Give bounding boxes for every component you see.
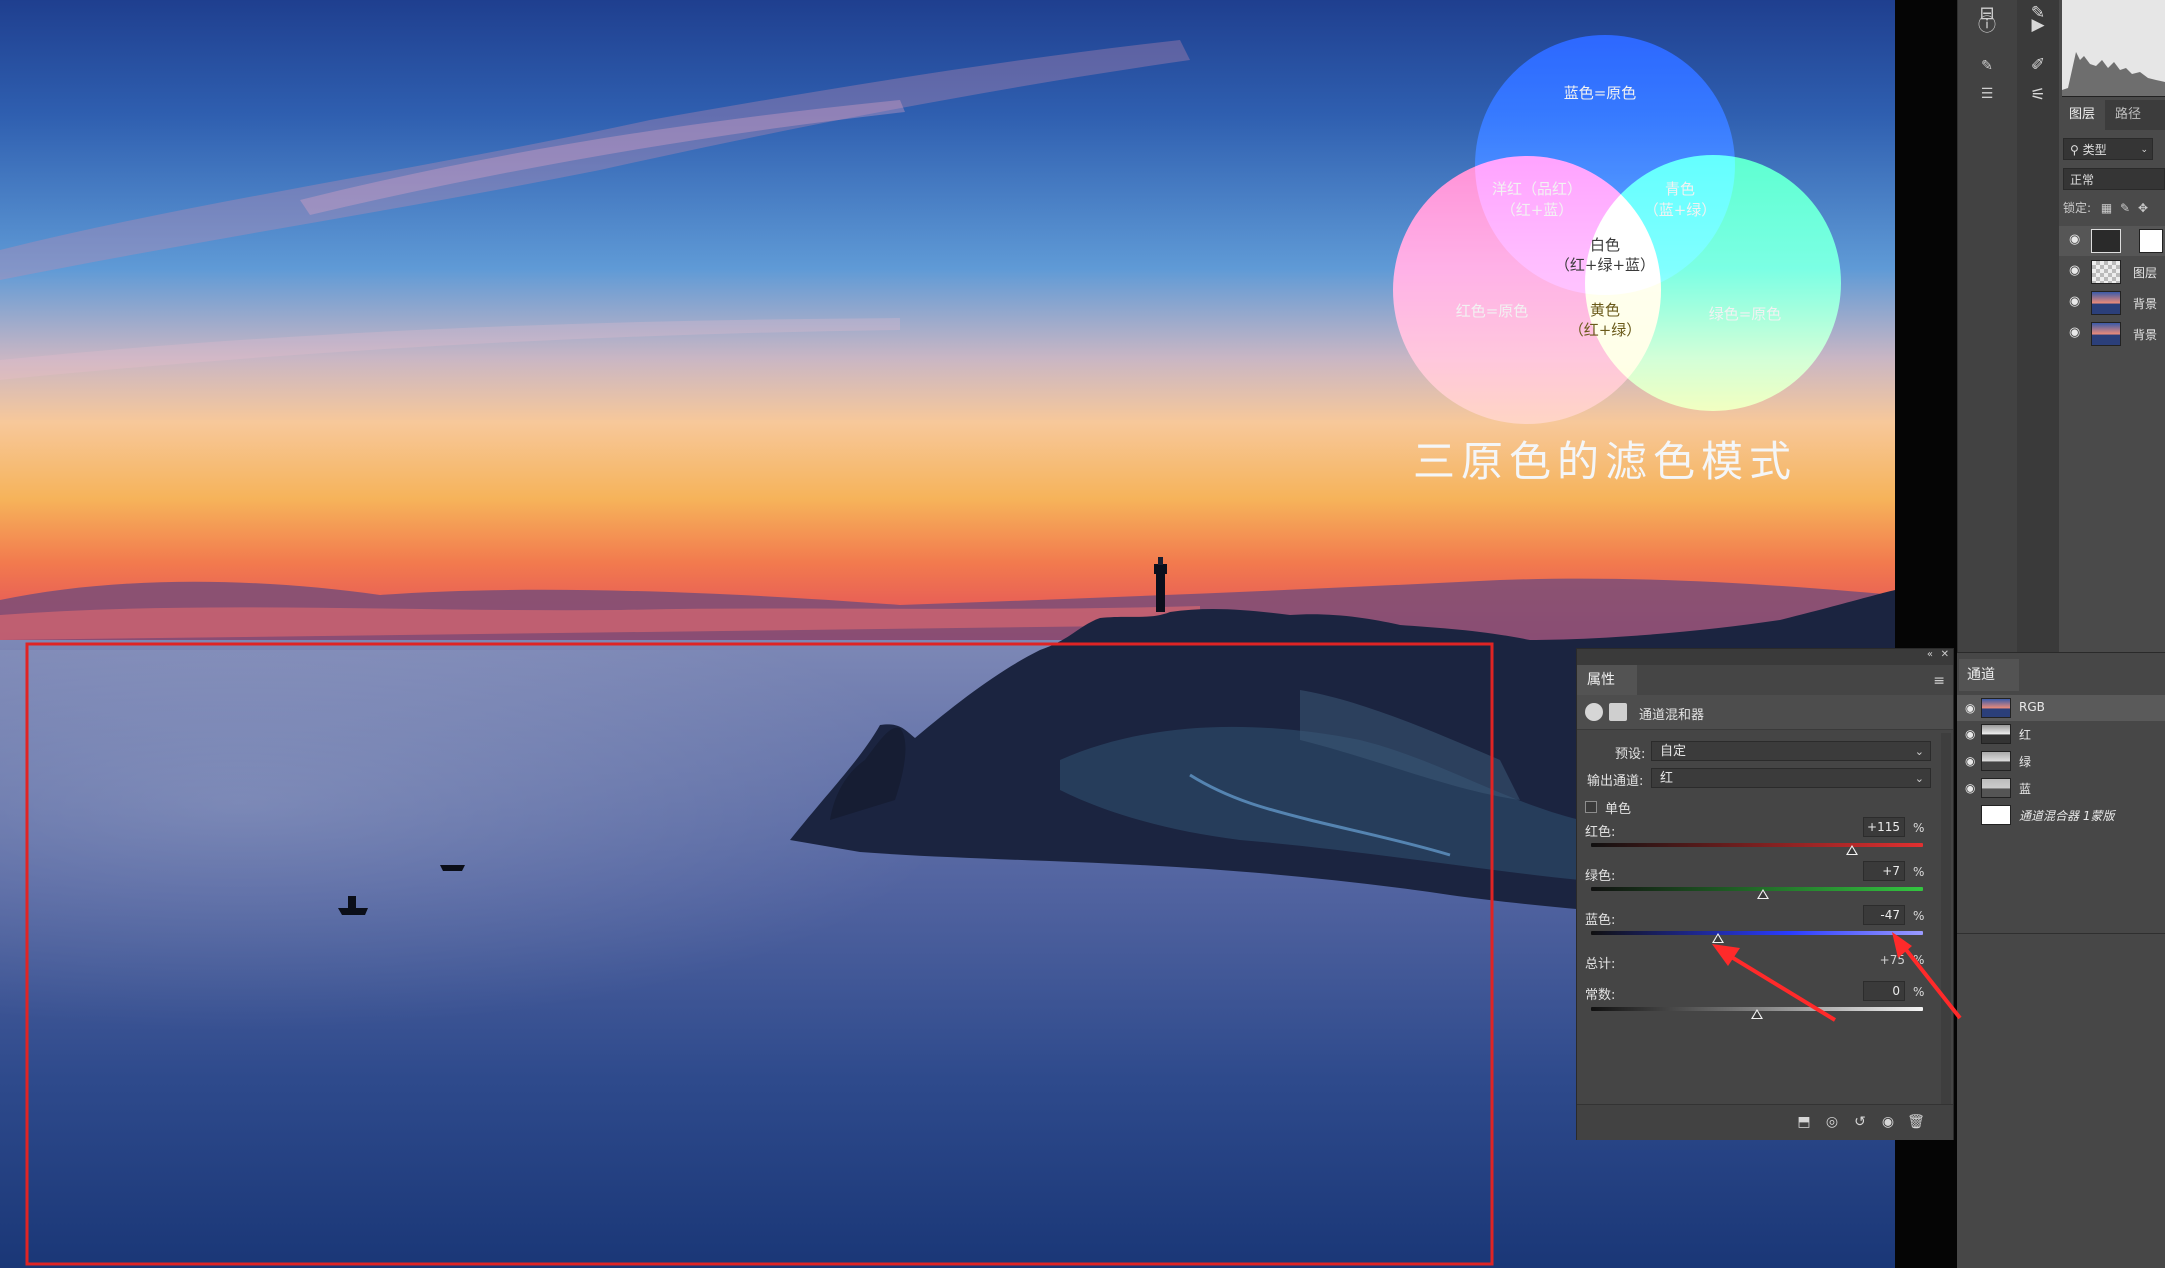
arrow-line xyxy=(1718,948,1837,1022)
arrow-head xyxy=(1712,944,1740,966)
arrow-line xyxy=(1898,940,1962,1020)
annotation-arrows xyxy=(1712,932,1962,1022)
